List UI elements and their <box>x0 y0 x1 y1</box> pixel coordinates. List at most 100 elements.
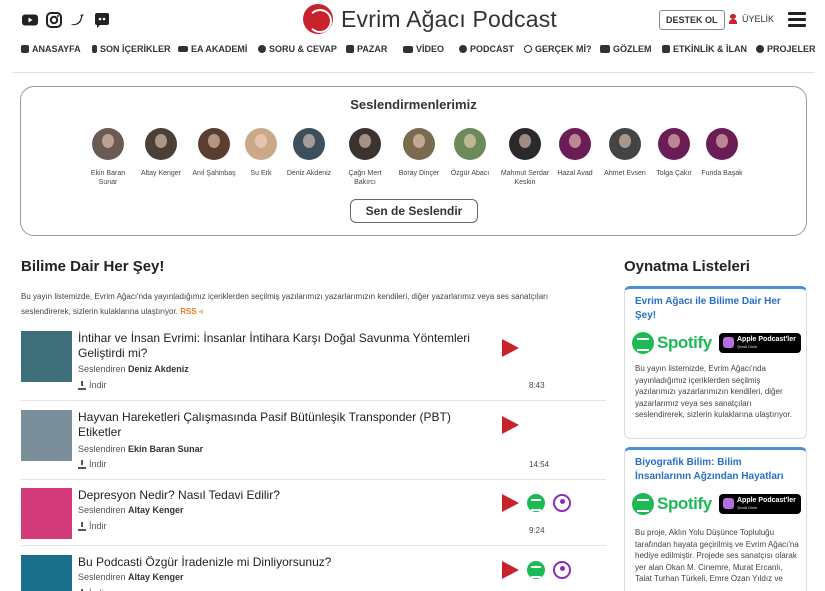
episode-duration: 8:43 <box>529 381 545 390</box>
playlist-title[interactable]: Evrim Ağacı ile Bilime Dair Her Şey! <box>635 295 800 323</box>
narrator-item[interactable]: Deniz Akdeniz <box>283 128 335 178</box>
episode-row: İntihar ve İnsan Evrimi: İnsanlar İntiha… <box>21 331 606 391</box>
youtube-icon[interactable] <box>21 11 39 29</box>
avatar <box>245 128 277 160</box>
brand-title: Evrim Ağacı Podcast <box>341 5 557 32</box>
twitter-icon[interactable] <box>69 11 87 29</box>
apple-podcasts-badge[interactable]: Apple Podcast'ler Şimdi Dinle <box>719 494 801 514</box>
episode-duration: 9:24 <box>529 526 545 535</box>
social-links <box>21 11 111 29</box>
narrator-item[interactable]: Ekin Baran Sunar <box>82 128 134 187</box>
graduation-cap-icon <box>178 46 188 52</box>
spotify-badge[interactable]: Spotify <box>632 331 712 355</box>
narrator-item[interactable]: Mahmut Serdar Keskin <box>499 128 551 187</box>
episode-title[interactable]: Bu Podcasti Özgür İradenizle mi Dinliyor… <box>78 555 483 570</box>
nav-item-projeler[interactable]: PROJELER <box>756 44 816 54</box>
apple-podcasts-icon[interactable] <box>553 561 571 579</box>
playlist-title[interactable]: Biyografik Bilim: Bilim İnsanlarının Ağz… <box>635 456 800 484</box>
rss-icon: ⫞ <box>198 307 203 316</box>
nav-item-gercek-mi[interactable]: GERÇEK Mİ? <box>524 44 592 54</box>
nav-item-video[interactable]: VİDEO <box>403 44 444 54</box>
narrator-item[interactable]: Özgür Abacı <box>444 128 496 178</box>
avatar <box>92 128 124 160</box>
episode-title[interactable]: Hayvan Hareketleri Çalışmasında Pasif Bü… <box>78 410 483 440</box>
download-link[interactable]: İndir <box>78 459 107 469</box>
narrators-panel: Seslendirmenlerimiz Ekin Baran Sunar Alta… <box>20 86 807 236</box>
nav-item-etkinlik-ilan[interactable]: ETKİNLİK & İLAN <box>662 44 747 54</box>
nav-item-podcast[interactable]: PODCAST <box>459 44 514 54</box>
binoculars-icon <box>600 45 610 53</box>
apple-podcasts-icon[interactable] <box>553 494 571 512</box>
nav-item-pazar[interactable]: PAZAR <box>346 44 387 54</box>
narrator-item[interactable]: Hazal Avad <box>549 128 601 178</box>
brain-icon <box>756 45 764 53</box>
home-icon <box>21 45 29 53</box>
support-button[interactable]: DESTEK OL <box>659 10 725 30</box>
episode-thumbnail[interactable] <box>21 488 72 539</box>
episode-narrator: Seslendiren Altay Kenger <box>78 572 184 582</box>
apple-podcasts-badge[interactable]: Apple Podcast'ler Şimdi Dinle <box>719 333 801 353</box>
bolt-icon <box>92 45 97 53</box>
spotify-icon[interactable] <box>527 494 545 512</box>
become-narrator-button[interactable]: Sen de Seslendir <box>350 199 478 223</box>
nav-item-ea-akademi[interactable]: EA AKADEMİ <box>178 44 247 54</box>
evrim-agaci-logo-icon <box>303 4 333 34</box>
narrator-item[interactable]: Ahmet Evsen <box>599 128 651 178</box>
nav-item-gozlem[interactable]: GÖZLEM <box>600 44 652 54</box>
narrators-title: Seslendirmenlerimiz <box>350 97 477 112</box>
main-nav: ANASAYFA SON İÇERİKLER EA AKADEMİ SORU &… <box>0 44 825 62</box>
download-link[interactable]: İndir <box>78 521 107 531</box>
main-intro: Bu yayın listemizde, Evrim Ağacı'nda yay… <box>21 292 549 316</box>
avatar <box>349 128 381 160</box>
narrator-name: Çağrı Mert Bakırcı <box>348 170 382 186</box>
narrator-name: Ahmet Evsen <box>604 170 646 177</box>
video-icon <box>403 45 413 53</box>
avatar <box>293 128 325 160</box>
narrator-item[interactable]: Funda Başak <box>696 128 748 178</box>
top-bar: Evrim Ağacı Podcast DESTEK OL ÜYELİK <box>0 0 825 40</box>
spotify-badge[interactable]: Spotify <box>632 492 712 516</box>
narrator-item[interactable]: Altay Kenger <box>135 128 187 178</box>
hamburger-menu-icon[interactable] <box>788 12 806 28</box>
narrator-name: Su Erk <box>250 170 272 177</box>
episode-row: Depresyon Nedir? Nasıl Tedavi Edilir? Ses… <box>21 488 606 548</box>
episode-divider <box>21 545 606 546</box>
playlist-description: Bu proje, Aklın Yolu Düşünce Topluluğu t… <box>635 528 799 583</box>
narrator-item[interactable]: Anıl Şahinbaş <box>188 128 240 178</box>
playlist-description: Bu yayın listemizde, Evrim Ağacı'nda yay… <box>635 364 792 419</box>
narrator-name: Mahmut Serdar Keskin <box>500 170 550 186</box>
discord-icon[interactable] <box>93 11 111 29</box>
episode-narrator: Seslendiren Ekin Baran Sunar <box>78 444 204 454</box>
calendar-icon <box>662 45 670 53</box>
play-icon[interactable] <box>502 561 519 579</box>
episode-thumbnail[interactable] <box>21 555 72 591</box>
narrator-item[interactable]: Tolga Çakır <box>648 128 700 178</box>
play-icon[interactable] <box>502 339 519 357</box>
download-icon <box>78 459 86 469</box>
main-section-title: Bilime Dair Her Şey! <box>21 258 165 275</box>
episode-thumbnail[interactable] <box>21 410 72 461</box>
avatar <box>658 128 690 160</box>
narrator-item[interactable]: Su Erk <box>235 128 287 178</box>
episode-title[interactable]: Depresyon Nedir? Nasıl Tedavi Edilir? <box>78 488 483 503</box>
nav-item-son-icerikler[interactable]: SON İÇERİKLER <box>92 44 171 54</box>
avatar <box>509 128 541 160</box>
instagram-icon[interactable] <box>45 11 63 29</box>
download-link[interactable]: İndir <box>78 380 107 390</box>
rss-link[interactable]: RSS ⫞ <box>180 307 203 316</box>
user-icon <box>729 14 737 24</box>
play-icon[interactable] <box>502 494 519 512</box>
nav-item-anasayfa[interactable]: ANASAYFA <box>21 44 81 54</box>
narrator-item[interactable]: Çağrı Mert Bakırcı <box>339 128 391 187</box>
brand[interactable]: Evrim Ağacı Podcast <box>303 4 557 34</box>
episode-title[interactable]: İntihar ve İnsan Evrimi: İnsanlar İntiha… <box>78 331 483 361</box>
episode-thumbnail[interactable] <box>21 331 72 382</box>
membership-link[interactable]: ÜYELİK <box>729 14 774 24</box>
narrator-item[interactable]: Boray Dinçer <box>393 128 445 178</box>
nav-item-soru-cevap[interactable]: SORU & CEVAP <box>258 44 337 54</box>
episode-duration: 14:54 <box>529 460 550 469</box>
playlist-card: Biyografik Bilim: Bilim İnsanlarının Ağz… <box>624 447 807 591</box>
spotify-icon[interactable] <box>527 561 545 579</box>
narrator-name: Ekin Baran Sunar <box>90 170 126 186</box>
play-icon[interactable] <box>502 416 519 434</box>
